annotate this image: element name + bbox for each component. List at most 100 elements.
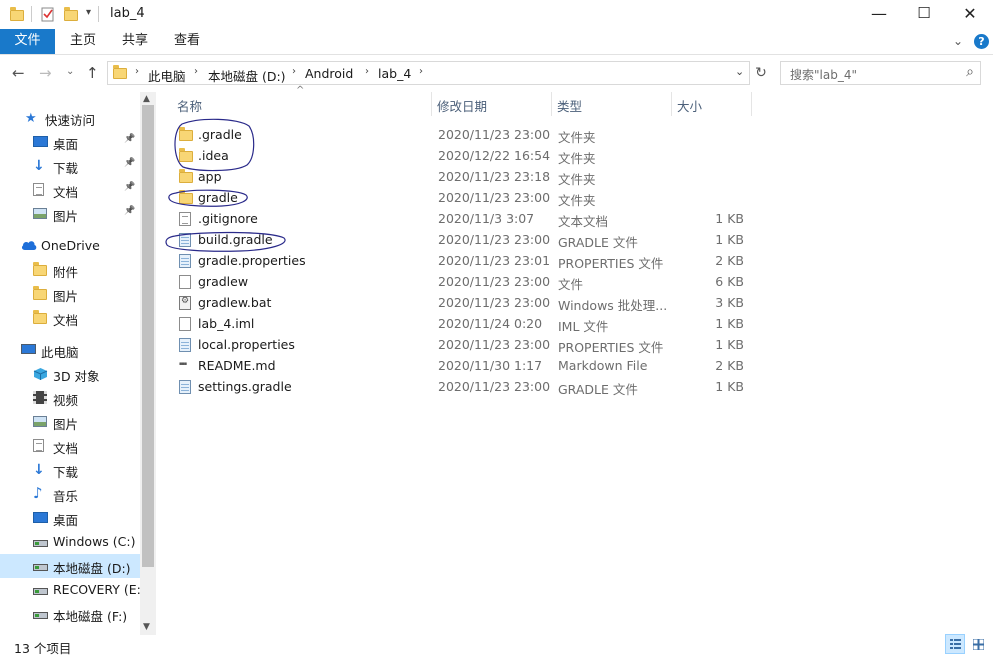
- file-date: 2020/11/23 23:00: [438, 274, 551, 289]
- breadcrumb-separator-icon[interactable]: ›: [194, 66, 198, 77]
- file-row[interactable]: gradle 2020/11/23 23:00 文件夹: [172, 187, 750, 208]
- column-divider[interactable]: [671, 92, 672, 116]
- scroll-up-icon[interactable]: ▲: [143, 94, 150, 104]
- pin-icon[interactable]: 📌: [124, 134, 135, 144]
- forward-arrow-icon[interactable]: →: [39, 64, 52, 82]
- scroll-down-icon[interactable]: ▼: [143, 622, 150, 632]
- column-header-date[interactable]: 修改日期: [437, 96, 487, 115]
- search-icon[interactable]: ⌕: [966, 64, 974, 80]
- up-arrow-icon[interactable]: ↑: [86, 64, 99, 82]
- sidebar-item[interactable]: ↓ 下载 📌: [0, 154, 140, 178]
- file-type: 文件夹: [558, 193, 596, 208]
- sidebar-item[interactable]: 桌面 📌: [0, 130, 140, 154]
- file-size: 2 KB: [715, 358, 744, 373]
- minimize-button[interactable]: —: [856, 0, 902, 29]
- sidebar-item[interactable]: 本地磁盘 (F:): [0, 602, 140, 626]
- column-header-name[interactable]: 名称: [177, 96, 202, 115]
- file-type: PROPERTIES 文件: [558, 256, 664, 271]
- details-view-icon: [950, 639, 961, 649]
- tab-view[interactable]: 查看: [164, 29, 210, 54]
- file-size: 1 KB: [715, 337, 744, 352]
- pin-icon[interactable]: 📌: [124, 158, 135, 168]
- file-row[interactable]: settings.gradle 2020/11/23 23:00 GRADLE 文件…: [172, 376, 750, 397]
- customize-quick-access-icon[interactable]: ▾: [86, 7, 91, 18]
- help-icon[interactable]: ?: [974, 34, 989, 49]
- file-name: README.md: [198, 358, 276, 373]
- search-placeholder[interactable]: 搜索"lab_4": [790, 66, 857, 83]
- properties-icon[interactable]: [41, 6, 55, 22]
- pin-icon[interactable]: 📌: [124, 206, 135, 216]
- sidebar-item[interactable]: ★ 快速访问: [0, 106, 140, 130]
- breadcrumb-separator-icon[interactable]: ›: [292, 66, 296, 77]
- file-row[interactable]: lab_4.iml 2020/11/24 0:20 IML 文件 1 KB: [172, 313, 750, 334]
- close-button[interactable]: ✕: [947, 0, 993, 29]
- column-header-size[interactable]: 大小: [677, 96, 702, 115]
- sidebar-item[interactable]: 3D 对象: [0, 362, 140, 386]
- sidebar-item-label: 图片: [53, 289, 79, 304]
- file-size: 1 KB: [715, 232, 744, 247]
- file-row[interactable]: local.properties 2020/11/23 23:00 PROPERTI…: [172, 334, 750, 355]
- tab-share[interactable]: 共享: [112, 29, 158, 54]
- sidebar-item[interactable]: 图片 📌: [0, 202, 140, 226]
- navigation-pane: ★ 快速访问 桌面 📌 ↓ 下载 📌 文档 📌 图片 📌 OneDrive 附件 图片 文档 此电脑 3D 对象…: [0, 92, 156, 635]
- file-row[interactable]: gradlew.bat 2020/11/23 23:00 Windows 批处理..…: [172, 292, 750, 313]
- maximize-button[interactable]: ☐: [901, 0, 947, 29]
- breadcrumb-separator-icon[interactable]: ›: [365, 66, 369, 77]
- search-box[interactable]: 搜索"lab_4" ⌕: [780, 61, 981, 85]
- large-icons-view-button[interactable]: [968, 634, 988, 654]
- column-header-type[interactable]: 类型: [557, 96, 582, 115]
- column-divider[interactable]: [751, 92, 752, 116]
- sidebar-item[interactable]: 桌面: [0, 506, 140, 530]
- file-row[interactable]: app 2020/11/23 23:18 文件夹: [172, 166, 750, 187]
- breadcrumb-android[interactable]: Android: [305, 66, 353, 81]
- breadcrumb-this-pc[interactable]: 此电脑: [148, 66, 186, 85]
- file-row[interactable]: build.gradle 2020/11/23 23:00 GRADLE 文件 1 K…: [172, 229, 750, 250]
- sidebar-item-label: 附件: [53, 265, 79, 280]
- address-dropdown-icon[interactable]: ⌄: [735, 65, 744, 78]
- expand-ribbon-icon[interactable]: ⌄: [953, 34, 963, 48]
- breadcrumb-separator-icon[interactable]: ›: [135, 66, 139, 77]
- sidebar-item[interactable]: OneDrive: [0, 234, 140, 258]
- sidebar-item[interactable]: 附件: [0, 258, 140, 282]
- file-date: 2020/11/23 23:00: [438, 190, 551, 205]
- sidebar-item[interactable]: Windows (C:): [0, 530, 140, 554]
- breadcrumb-separator-icon[interactable]: ›: [419, 66, 423, 77]
- file-row[interactable]: gradlew 2020/11/23 23:00 文件 6 KB: [172, 271, 750, 292]
- address-bar[interactable]: › 此电脑 › 本地磁盘 (D:) › Android › lab_4 › ⌄: [107, 61, 750, 85]
- refresh-icon[interactable]: ↻: [752, 61, 770, 85]
- file-row[interactable]: README.md 2020/11/30 1:17 Markdown File 2 K…: [172, 355, 750, 376]
- gradle-file-icon: [179, 338, 191, 352]
- sidebar-item[interactable]: 此电脑: [0, 338, 140, 362]
- file-row[interactable]: gradle.properties 2020/11/23 23:01 PROPERT…: [172, 250, 750, 271]
- tab-home[interactable]: 主页: [60, 29, 106, 54]
- column-divider[interactable]: [431, 92, 432, 116]
- file-size: 1 KB: [715, 379, 744, 394]
- recent-locations-chevron-icon[interactable]: ⌄: [66, 66, 74, 77]
- tab-file[interactable]: 文件: [0, 29, 55, 54]
- gradle-file-icon: [179, 254, 191, 268]
- sidebar-item-label: RECOVERY (E:): [53, 582, 146, 597]
- file-row[interactable]: .idea 2020/12/22 16:54 文件夹: [172, 145, 750, 166]
- breadcrumb-lab-4[interactable]: lab_4: [378, 66, 411, 81]
- file-row[interactable]: .gitignore 2020/11/3 3:07 文本文档 1 KB: [172, 208, 750, 229]
- pin-icon[interactable]: 📌: [124, 182, 135, 192]
- sidebar-item[interactable]: RECOVERY (E:): [0, 578, 146, 602]
- sidebar-item[interactable]: 图片: [0, 410, 140, 434]
- file-row[interactable]: .gradle 2020/11/23 23:00 文件夹: [172, 124, 750, 145]
- sidebar-item[interactable]: 图片: [0, 282, 140, 306]
- navigation-scrollbar-thumb[interactable]: [142, 105, 154, 567]
- sidebar-item[interactable]: 文档: [0, 434, 140, 458]
- column-divider[interactable]: [551, 92, 552, 116]
- sidebar-item[interactable]: 本地磁盘 (D:): [0, 554, 140, 578]
- breadcrumb-drive-d[interactable]: 本地磁盘 (D:): [208, 66, 286, 85]
- file-type: PROPERTIES 文件: [558, 340, 664, 355]
- new-folder-icon[interactable]: [64, 6, 78, 22]
- sidebar-item[interactable]: ♪ 音乐: [0, 482, 140, 506]
- details-view-button[interactable]: [945, 634, 965, 654]
- sidebar-item[interactable]: 文档 📌: [0, 178, 140, 202]
- back-arrow-icon[interactable]: ←: [12, 64, 25, 82]
- sidebar-item[interactable]: 视频: [0, 386, 140, 410]
- sidebar-item-label: 桌面: [53, 513, 79, 528]
- sidebar-item[interactable]: ↓ 下载: [0, 458, 140, 482]
- sidebar-item[interactable]: 文档: [0, 306, 140, 330]
